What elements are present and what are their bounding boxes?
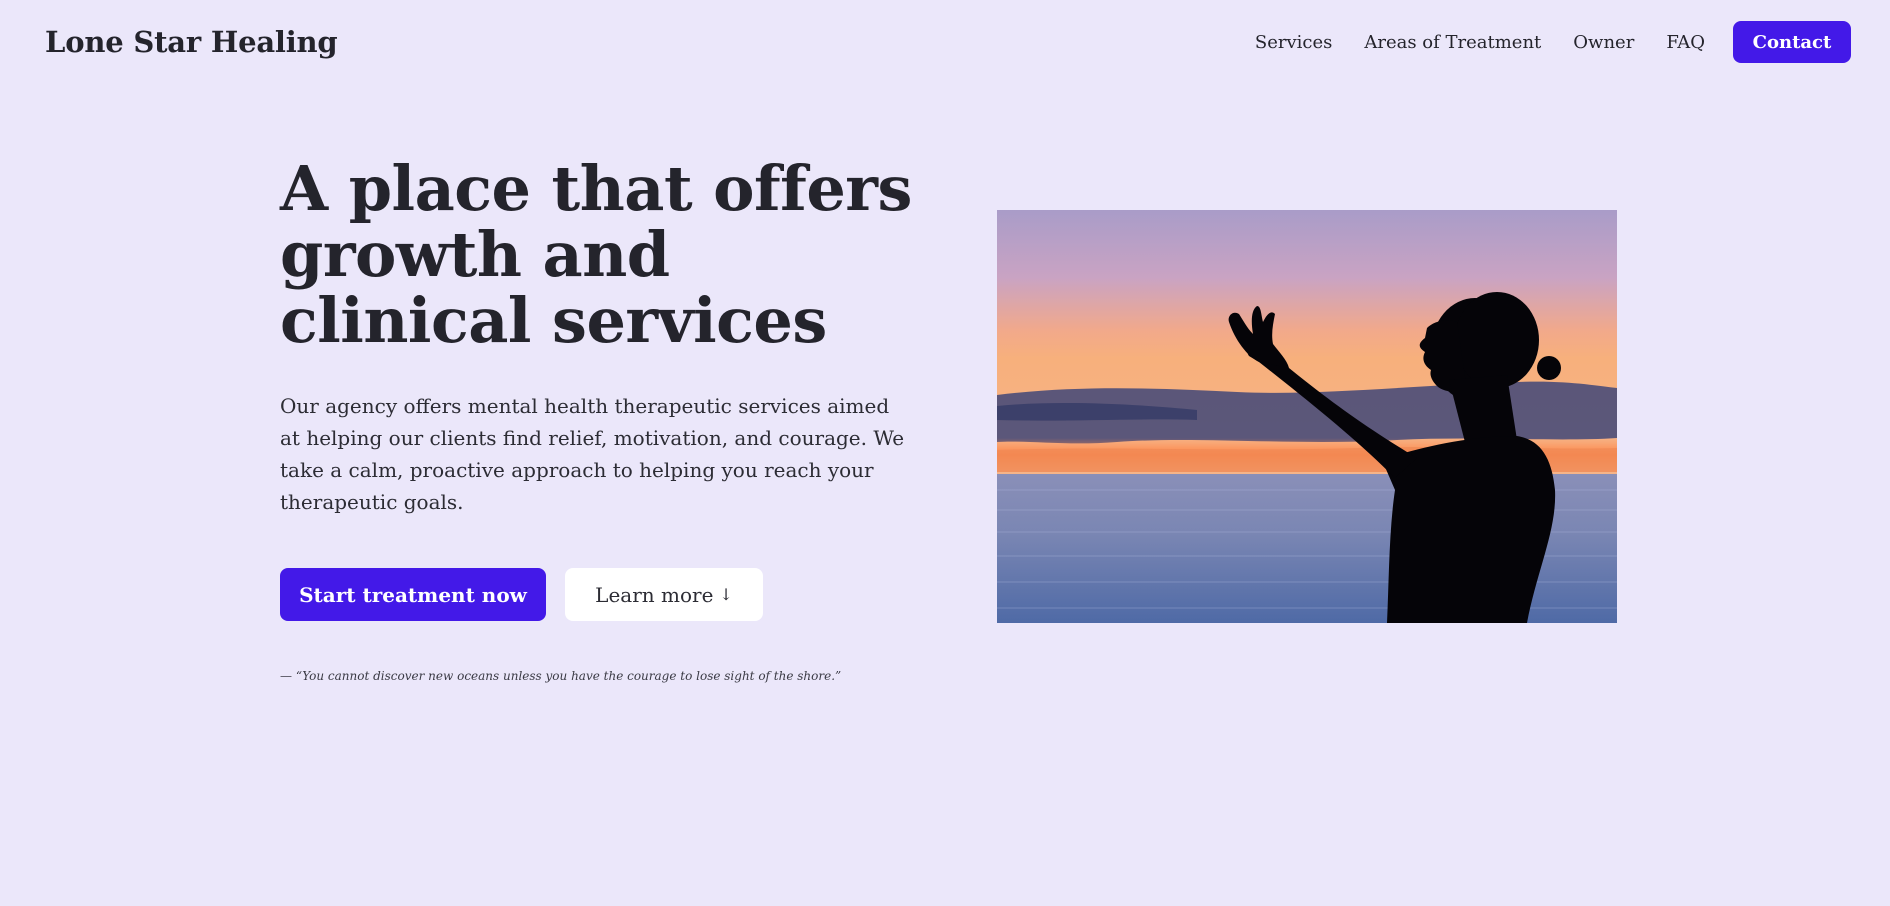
hero-section: A place that offers growth and clinical … <box>280 156 920 683</box>
hero-description: Our agency offers mental health therapeu… <box>280 394 905 514</box>
hero-title: A place that offers growth and clinical … <box>280 152 912 357</box>
site-header: Lone Star Healing Services Areas of Trea… <box>0 0 1890 84</box>
learn-more-label: Learn more <box>595 582 714 607</box>
nav-link-areas-of-treatment[interactable]: Areas of Treatment <box>1364 32 1541 53</box>
hero-image <box>997 210 1617 623</box>
nav-link-services[interactable]: Services <box>1255 32 1332 53</box>
nav-link-faq[interactable]: FAQ <box>1666 32 1705 53</box>
cta-row: Start treatment now Learn more ↓ <box>280 568 920 621</box>
start-treatment-button[interactable]: Start treatment now <box>280 568 546 621</box>
learn-more-button[interactable]: Learn more ↓ <box>565 568 763 621</box>
page: Lone Star Healing Services Areas of Trea… <box>0 0 1890 906</box>
arrow-down-icon: ↓ <box>719 585 733 604</box>
brand-logo[interactable]: Lone Star Healing <box>45 25 338 59</box>
hero-quote: — “You cannot discover new oceans unless… <box>280 669 842 683</box>
nav-link-owner[interactable]: Owner <box>1573 32 1634 53</box>
main-nav: Services Areas of Treatment Owner FAQ Co… <box>1255 21 1851 63</box>
contact-button[interactable]: Contact <box>1733 21 1851 63</box>
